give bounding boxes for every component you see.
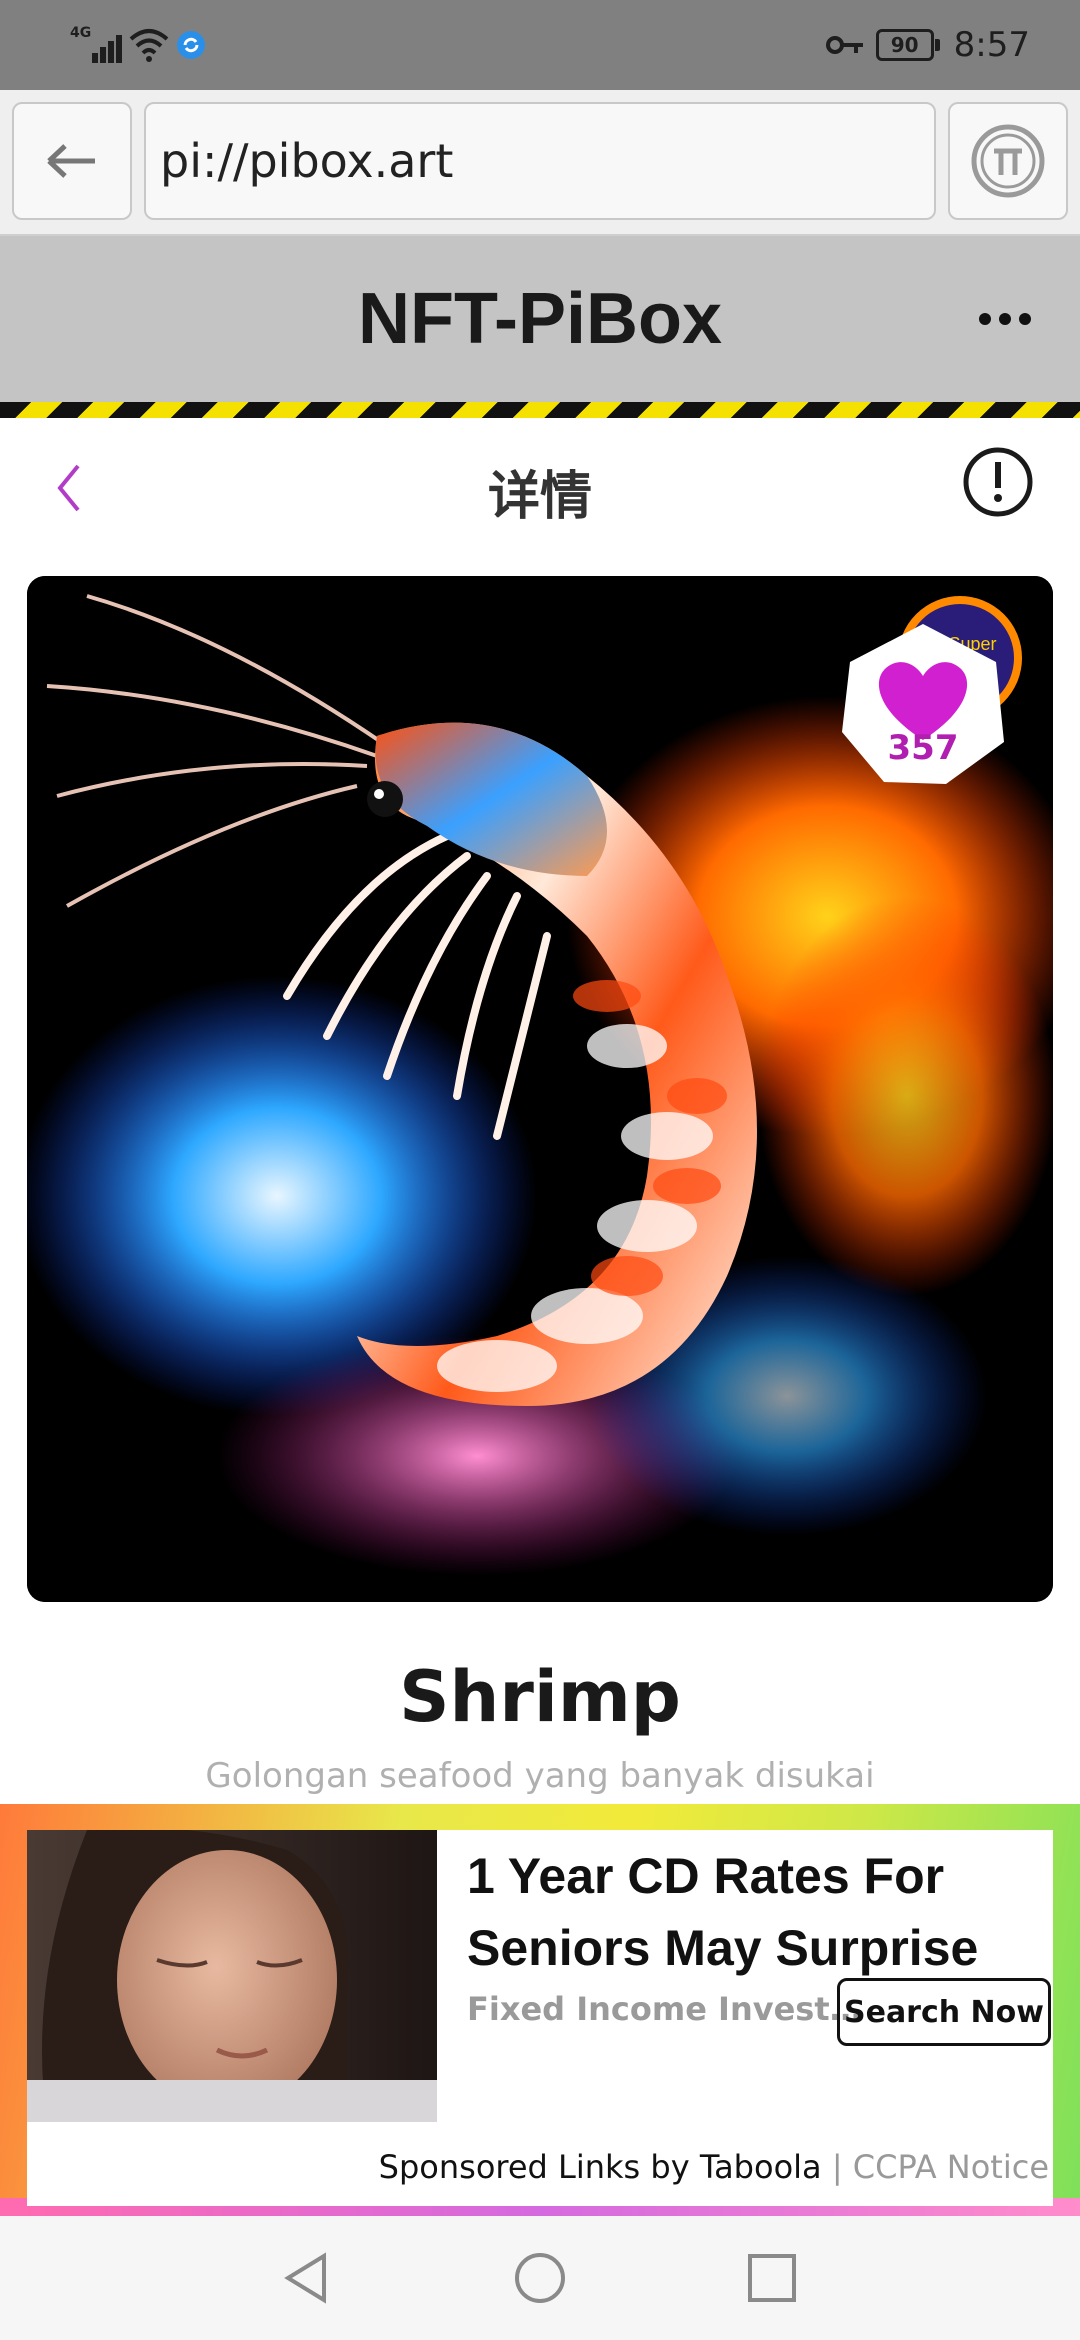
sync-app-icon bbox=[177, 31, 205, 59]
detail-header: 详情 bbox=[0, 418, 1080, 554]
ccpa-notice-link[interactable]: CCPA Notice bbox=[853, 2148, 1049, 2186]
pi-browser-button[interactable] bbox=[948, 102, 1068, 220]
ad-headline[interactable]: 1 Year CD Rates For Seniors May Surprise bbox=[467, 1840, 1047, 1984]
browser-back-button[interactable] bbox=[12, 102, 132, 220]
app-title: NFT-PiBox bbox=[357, 279, 722, 359]
nav-home-icon[interactable] bbox=[512, 2250, 568, 2306]
footer-separator: | bbox=[831, 2148, 843, 2186]
back-arrow-icon bbox=[47, 144, 95, 178]
url-text: pi://pibox.art bbox=[160, 134, 454, 188]
nav-recents-icon[interactable] bbox=[744, 2250, 800, 2306]
nft-description: Golongan seafood yang banyak disukai bbox=[205, 1756, 875, 1796]
url-field[interactable]: pi://pibox.art bbox=[144, 102, 936, 220]
ad-brand: Fixed Income Invest… bbox=[467, 1990, 862, 2028]
sponsored-links-link[interactable]: Sponsored Links by Taboola bbox=[379, 2148, 822, 2186]
battery-level: 90 bbox=[890, 33, 919, 57]
system-nav-bar bbox=[0, 2216, 1080, 2340]
pi-network-icon bbox=[971, 124, 1045, 198]
browser-toolbar: pi://pibox.art bbox=[0, 90, 1080, 236]
app-header: NFT-PiBox bbox=[0, 236, 1080, 402]
nav-back-icon[interactable] bbox=[280, 2250, 336, 2306]
like-count: 357 bbox=[887, 728, 959, 768]
more-dots-icon[interactable] bbox=[970, 294, 1040, 344]
page-title: 详情 bbox=[487, 467, 592, 527]
network-label: 4G bbox=[70, 25, 92, 41]
hazard-stripe-divider bbox=[0, 402, 1080, 418]
clock: 8:57 bbox=[953, 25, 1030, 65]
status-bar: 4G 90 8:57 bbox=[0, 0, 1080, 90]
like-button[interactable]: 357 bbox=[836, 622, 1010, 788]
ad-cta-button[interactable]: Search Now bbox=[837, 1978, 1051, 2046]
battery-icon: 90 bbox=[875, 29, 940, 61]
nft-name: Shrimp bbox=[399, 1656, 681, 1738]
info-exclamation-icon[interactable] bbox=[958, 442, 1038, 522]
status-left: 4G bbox=[70, 22, 206, 68]
signal-icon: 4G bbox=[70, 25, 122, 65]
status-right: 90 8:57 bbox=[825, 20, 1030, 70]
key-icon bbox=[825, 36, 863, 54]
ad-footer: Sponsored Links by Taboola | CCPA Notice bbox=[379, 2148, 1049, 2186]
ad-image[interactable] bbox=[27, 1830, 437, 2122]
sponsored-ad[interactable]: 1 Year CD Rates For Seniors May Surprise… bbox=[27, 1830, 1053, 2206]
wifi-icon bbox=[129, 29, 169, 62]
